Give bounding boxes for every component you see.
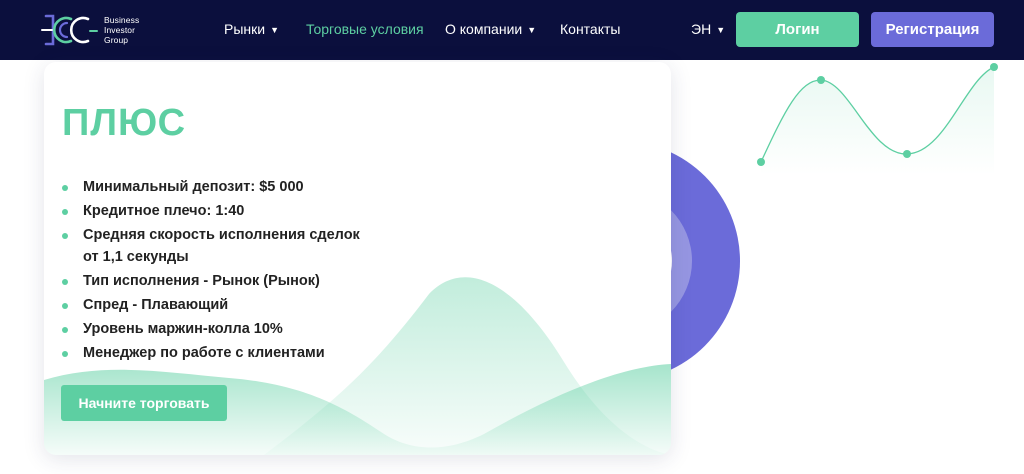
- nav-item-label: О компании: [445, 21, 523, 37]
- feature-item: Спред - Плавающий: [62, 294, 362, 316]
- feature-item: Тип исполнения - Рынок (Рынок): [62, 270, 362, 292]
- line-area-fill: [761, 67, 994, 175]
- chevron-down-icon: ▼: [270, 25, 279, 35]
- start-trading-button[interactable]: Начните торговать: [61, 385, 227, 421]
- feature-item: Менеджер по работе с клиентами: [62, 342, 362, 364]
- feature-item: Средняя скорость исполнения сделок от 1,…: [62, 224, 362, 268]
- account-card: ПЛЮС Минимальный депозит: $5 000 Кредитн…: [44, 62, 671, 455]
- nav-item-markets[interactable]: Рынки ▼: [224, 21, 279, 37]
- nav-item-trading-conditions[interactable]: Торговые условия: [306, 21, 424, 37]
- language-selector[interactable]: ЭН ▼: [691, 21, 725, 37]
- chevron-down-icon: ▼: [716, 25, 726, 35]
- line-point: [903, 150, 911, 158]
- nav-item-label: Рынки: [224, 21, 266, 37]
- line-point: [817, 76, 825, 84]
- brand-name-line: Group: [104, 35, 129, 45]
- nav-item-label: Торговые условия: [306, 21, 424, 37]
- big-logo-icon: [41, 14, 98, 46]
- line-point: [757, 158, 765, 166]
- line-point: [990, 63, 998, 71]
- brand-name-line: Investor: [104, 25, 136, 35]
- feature-item: Кредитное плечо: 1:40: [62, 200, 362, 222]
- login-button[interactable]: Логин: [736, 12, 859, 47]
- register-button[interactable]: Регистрация: [871, 12, 994, 47]
- nav-item-contacts[interactable]: Контакты: [560, 21, 620, 37]
- brand-name-line: Business: [104, 15, 140, 25]
- nav-item-label: Контакты: [560, 21, 621, 37]
- chevron-down-icon: ▼: [527, 25, 537, 35]
- top-navbar: Business Investor Group Рынки ▼ Торговые …: [0, 0, 1024, 60]
- feature-item: Минимальный депозит: $5 000: [62, 176, 362, 198]
- brand-name: Business Investor Group: [104, 15, 139, 45]
- feature-list: Минимальный депозит: $5 000 Кредитное пл…: [62, 176, 362, 366]
- brand-logo[interactable]: Business Investor Group: [40, 10, 160, 50]
- nav-item-about[interactable]: О компании ▼: [445, 21, 536, 37]
- feature-item: Уровень маржин-колла 10%: [62, 318, 362, 340]
- decorative-line: [760, 66, 995, 163]
- language-label: ЭН: [691, 21, 712, 37]
- account-title: ПЛЮС: [62, 102, 187, 144]
